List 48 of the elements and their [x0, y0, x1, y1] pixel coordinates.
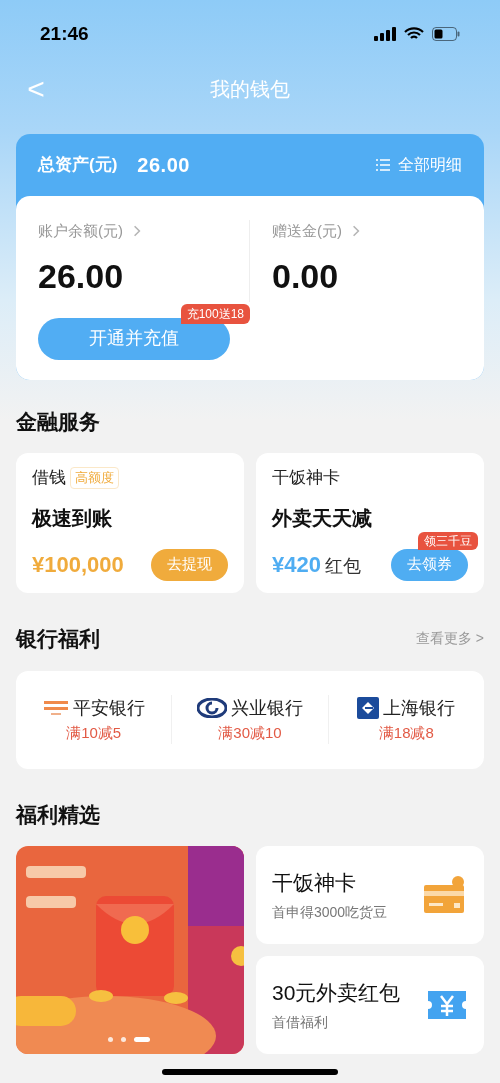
list-icon — [376, 159, 390, 171]
balance-label: 账户余额(元) — [38, 221, 123, 241]
balance-value: 26.00 — [38, 255, 125, 297]
chevron-icon — [350, 225, 362, 238]
wifi-icon — [404, 27, 424, 41]
benefit-subtitle: 首申得3000吃货豆 — [272, 903, 388, 923]
battery-icon — [432, 27, 460, 41]
benefit-title: 干饭神卡 — [272, 869, 357, 896]
card-tag: 高额度 — [70, 467, 119, 489]
bank-name: 上海银行 — [383, 696, 456, 720]
promo-badge: 充100送18 — [180, 303, 250, 324]
benefit-subtitle: 首借福利 — [272, 1013, 329, 1033]
balance-label: 赠送金(元) — [272, 221, 342, 241]
section-title: 福利精选 — [16, 801, 101, 828]
card-label: 干饭神卡 — [272, 467, 340, 489]
bank-name: 平安银行 — [72, 696, 145, 720]
page-title: 我的钱包 — [210, 77, 290, 102]
benefit-card[interactable]: 干饭神卡 首申得3000吃货豆 — [256, 846, 484, 944]
service-card[interactable]: 干饭神卡 外卖天天减 ¥420 红包 领三千豆 去领券 — [256, 453, 484, 593]
card-label: 借钱 — [32, 467, 66, 489]
benefit-card[interactable]: 30元外卖红包 首借福利 — [256, 956, 484, 1054]
card-headline: 外卖天天减 — [272, 505, 373, 531]
bank-logo-icon — [357, 697, 380, 720]
service-card[interactable]: 借钱 高额度 极速到账 ¥100,000 去提现 — [16, 453, 244, 593]
amount: ¥420 — [272, 551, 321, 579]
bank-offer[interactable]: 上海银行 满18减8 — [357, 694, 456, 745]
bank-name: 兴业银行 — [231, 696, 303, 720]
amount-suffix: 红包 — [324, 555, 361, 578]
bonus-badge: 领三千豆 — [418, 531, 478, 550]
bank-offer-text: 满30减10 — [218, 722, 282, 743]
amount: ¥100,000 — [32, 551, 124, 579]
bank-offer-text: 满18减8 — [378, 722, 434, 743]
section-title: 银行福利 — [16, 626, 100, 652]
chevron-icon — [131, 225, 143, 238]
bank-offer-text: 满10减5 — [66, 722, 122, 743]
total-assets-label: 总资产(元) — [38, 154, 118, 177]
section-title: 金融服务 — [16, 408, 101, 435]
signal-icon — [374, 27, 396, 41]
total-assets-value: 26.00 — [137, 153, 190, 178]
bank-offer[interactable]: 兴业银行 满30减10 — [197, 694, 303, 745]
bank-offer[interactable]: 平安银行 满10减5 — [42, 694, 145, 745]
bank-logo-icon — [42, 699, 69, 718]
status-time: 21:46 — [40, 21, 89, 46]
balance-value: 0.00 — [272, 255, 340, 297]
card-headline: 极速到账 — [32, 505, 113, 531]
bank-logo-icon — [197, 698, 227, 719]
benefit-title: 30元外卖红包 — [272, 979, 401, 1006]
ticket-icon — [426, 989, 468, 1021]
